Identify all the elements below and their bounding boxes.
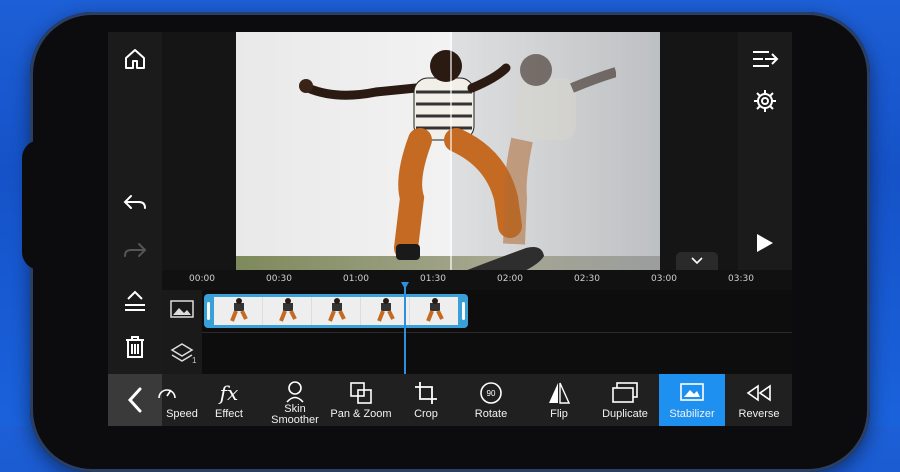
tool-effect[interactable]: fx Effect bbox=[196, 374, 262, 426]
rotate-badge: 90 bbox=[486, 389, 496, 398]
skin-icon bbox=[286, 381, 304, 403]
stabilizer-icon bbox=[680, 383, 704, 401]
tool-label: Duplicate bbox=[602, 408, 648, 420]
redo-button[interactable] bbox=[115, 234, 155, 268]
tool-reverse[interactable]: Reverse bbox=[726, 374, 792, 426]
right-rail bbox=[738, 32, 792, 270]
clip-thumbnail bbox=[361, 297, 410, 325]
play-button[interactable] bbox=[745, 226, 785, 260]
tool-duplicate[interactable]: Duplicate bbox=[592, 374, 658, 426]
flip-icon bbox=[549, 382, 571, 404]
skater-image bbox=[299, 50, 616, 270]
undo-icon bbox=[123, 195, 146, 209]
layer-count: 1 bbox=[192, 356, 197, 365]
tool-label: Skin Smoother bbox=[271, 403, 319, 426]
clip-trim-end-handle[interactable] bbox=[462, 302, 465, 320]
redo-icon bbox=[124, 243, 147, 257]
split-divider bbox=[450, 32, 452, 270]
timeline-tracks[interactable]: 1 bbox=[162, 290, 792, 374]
clip-trim-start-handle[interactable] bbox=[207, 302, 210, 320]
phone-side-bump bbox=[22, 140, 84, 270]
tool-label: Pan & Zoom bbox=[330, 408, 392, 420]
settings-button[interactable] bbox=[745, 84, 785, 118]
gear-icon bbox=[754, 90, 776, 112]
delete-button[interactable] bbox=[115, 330, 155, 364]
produce-button[interactable] bbox=[745, 42, 785, 76]
tool-rotate[interactable]: 90 Rotate bbox=[458, 374, 524, 426]
left-rail bbox=[108, 32, 162, 426]
timeline-ruler[interactable]: 00:00 00:30 01:00 01:30 02:00 02:30 03:0… bbox=[162, 270, 792, 290]
collapse-preview-button[interactable] bbox=[676, 252, 718, 270]
undo-button[interactable] bbox=[115, 186, 155, 220]
tool-pan-zoom[interactable]: Pan & Zoom bbox=[328, 374, 394, 426]
export-icon bbox=[753, 51, 779, 67]
tool-label: Crop bbox=[414, 408, 438, 420]
tick-label: 00:30 bbox=[266, 274, 292, 284]
upload-icon bbox=[125, 290, 145, 311]
speed-icon bbox=[158, 389, 176, 399]
tick-label: 03:00 bbox=[651, 274, 677, 284]
track-divider bbox=[202, 332, 792, 333]
clip-thumbnail bbox=[214, 297, 263, 325]
tool-speed[interactable]: Speed bbox=[134, 374, 200, 426]
tick-label: 02:30 bbox=[574, 274, 600, 284]
tool-label: Reverse bbox=[738, 408, 780, 420]
fx-icon: fx bbox=[219, 381, 239, 405]
video-clip[interactable] bbox=[204, 294, 468, 328]
tool-label: Flip bbox=[550, 408, 568, 420]
export-button[interactable] bbox=[115, 284, 155, 318]
home-button[interactable] bbox=[115, 42, 155, 76]
home-icon bbox=[125, 49, 145, 69]
edit-toolbar: Speed fx Effect Skin Smoother Pan & Zoom… bbox=[108, 374, 792, 426]
tick-label: 03:30 bbox=[728, 274, 754, 284]
chevron-down-icon bbox=[691, 257, 703, 265]
video-preview[interactable] bbox=[236, 32, 660, 270]
clip-thumbnail bbox=[410, 297, 458, 325]
tool-flip[interactable]: Flip bbox=[526, 374, 592, 426]
clip-thumbnail bbox=[263, 297, 312, 325]
tick-label: 02:00 bbox=[497, 274, 523, 284]
pan-zoom-icon bbox=[350, 382, 372, 404]
tool-skin-smoother[interactable]: Skin Smoother bbox=[262, 374, 328, 426]
track-header: 1 bbox=[162, 290, 202, 374]
editor-screen: 00:00 00:30 01:00 01:30 02:00 02:30 03:0… bbox=[108, 32, 792, 426]
tool-label: Stabilizer bbox=[669, 408, 715, 420]
tool-label: Speed bbox=[166, 408, 198, 420]
layers-icon bbox=[170, 343, 194, 362]
play-icon bbox=[757, 234, 773, 252]
duplicate-icon bbox=[612, 382, 638, 403]
tool-label: Rotate bbox=[474, 408, 508, 420]
trash-icon bbox=[126, 336, 144, 358]
image-track-icon bbox=[170, 300, 194, 318]
tick-label: 00:00 bbox=[189, 274, 215, 284]
tick-label: 01:30 bbox=[420, 274, 446, 284]
crop-icon bbox=[415, 382, 437, 404]
tool-stabilizer[interactable]: Stabilizer bbox=[659, 374, 725, 426]
tool-crop[interactable]: Crop bbox=[393, 374, 459, 426]
tool-label: Effect bbox=[215, 408, 243, 420]
clip-thumbnail bbox=[312, 297, 361, 325]
reverse-icon bbox=[746, 384, 771, 402]
tick-label: 01:00 bbox=[343, 274, 369, 284]
clip-thumbnails bbox=[214, 297, 458, 325]
